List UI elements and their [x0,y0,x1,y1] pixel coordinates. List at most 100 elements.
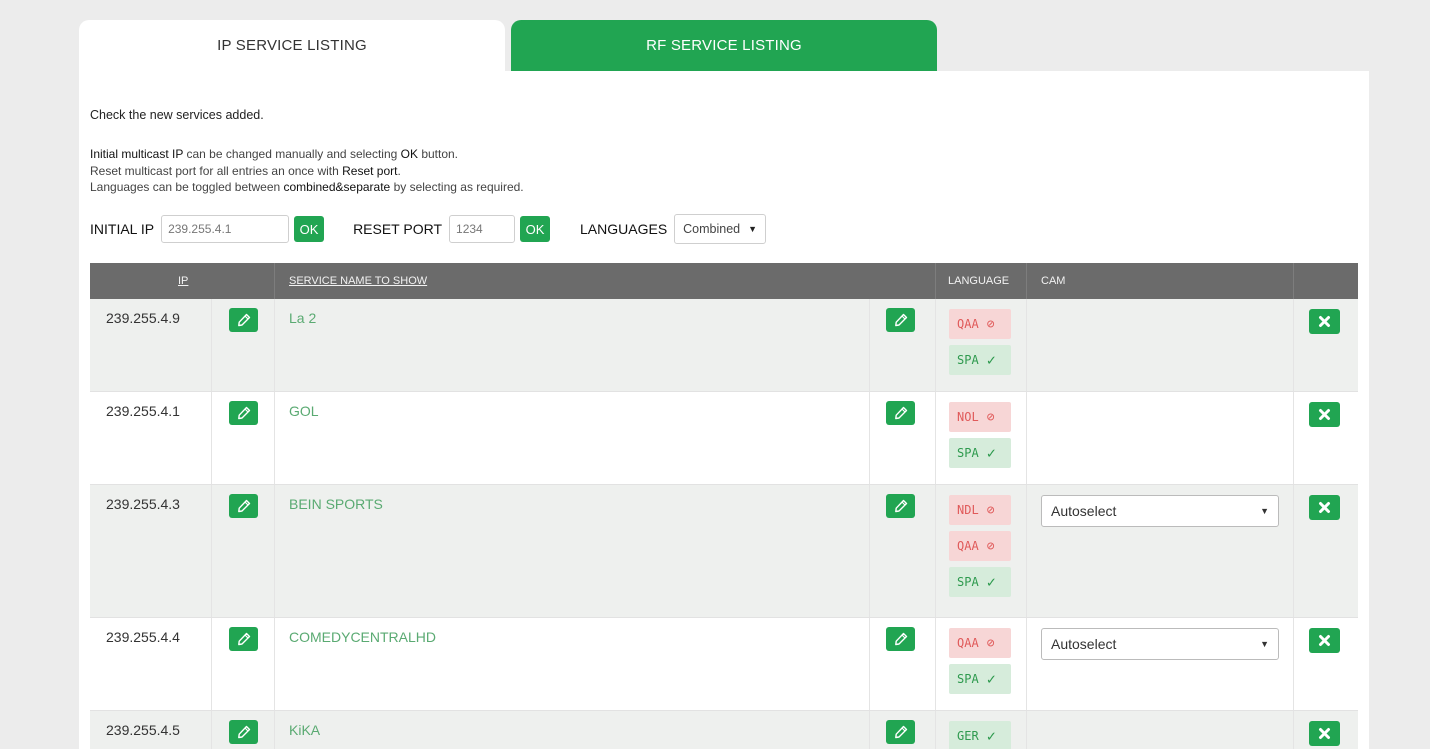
delete-row-button[interactable] [1309,628,1340,653]
language-toggle[interactable]: QAA ⊘ [949,628,1011,658]
checkmark-icon: ✓ [986,444,996,462]
delete-row-button[interactable] [1309,309,1340,334]
cam-select[interactable]: Autoselect ▼ [1041,628,1279,660]
page: IP SERVICE LISTING RF SERVICE LISTING Ch… [0,0,1430,749]
language-toggle[interactable]: QAA ⊘ [949,309,1011,339]
checkmark-icon: ✓ [986,351,996,369]
column-divider [935,711,936,749]
language-toggle[interactable]: SPA ✓ [949,438,1011,468]
ip-cell: 239.255.4.9 [106,310,180,326]
ip-cell: 239.255.4.4 [106,629,180,645]
table-header: IP SERVICE NAME TO SHOW LANGUAGE CAM [90,263,1358,299]
language-toggle[interactable]: GER ✓ [949,721,1011,749]
column-divider [869,485,870,617]
header-divider [935,263,936,299]
tab-bar: IP SERVICE LISTING RF SERVICE LISTING [79,20,937,71]
language-list: NOL ⊘ SPA ✓ [949,402,1011,474]
service-name-cell: La 2 [289,310,317,326]
language-code: GER [957,729,979,743]
tab-ip-service-listing[interactable]: IP SERVICE LISTING [79,20,505,71]
language-list: NDL ⊘ QAA ⊘ SPA ✓ [949,495,1011,603]
checkmark-icon: ✓ [986,670,996,688]
help-text: Initial multicast IP can be changed manu… [90,146,524,196]
pencil-icon [894,632,908,646]
table-row: 239.255.4.4 COMEDYCENTRALHD QAA ⊘ SPA ✓ Autose… [90,618,1358,711]
language-list: QAA ⊘ SPA ✓ [949,309,1011,381]
service-name-cell: BEIN SPORTS [289,496,383,512]
service-name-cell: GOL [289,403,319,419]
column-divider [211,299,212,391]
edit-ip-button[interactable] [229,627,258,651]
cam-select-value: Autoselect [1051,636,1117,652]
delete-row-button[interactable] [1309,721,1340,746]
edit-service-name-button[interactable] [886,401,915,425]
column-divider [869,618,870,710]
table-row: 239.255.4.1 GOL NOL ⊘ SPA ✓ [90,392,1358,485]
delete-row-button[interactable] [1309,495,1340,520]
pencil-icon [237,499,251,513]
language-toggle[interactable]: NOL ⊘ [949,402,1011,432]
service-table: IP SERVICE NAME TO SHOW LANGUAGE CAM 239… [90,263,1358,749]
edit-service-name-button[interactable] [886,720,915,744]
help-strong: Reset port [342,163,398,178]
prohibited-icon: ⊘ [986,502,995,518]
reset-port-ok-button[interactable]: OK [520,216,551,242]
language-code: QAA [957,636,979,650]
edit-ip-button[interactable] [229,720,258,744]
column-divider [1026,392,1027,484]
table-row: 239.255.4.5 KiKA GER ✓ [90,711,1358,749]
help-text-span: Reset multicast port for all entries an … [90,163,343,178]
edit-service-name-button[interactable] [886,494,915,518]
language-toggle[interactable]: NDL ⊘ [949,495,1011,525]
col-header-cam: CAM [1041,275,1066,287]
tab-label: IP SERVICE LISTING [217,37,367,54]
help-line: Initial multicast IP can be changed manu… [90,146,524,163]
pencil-icon [237,725,251,739]
column-divider [211,711,212,749]
language-list: QAA ⊘ SPA ✓ [949,628,1011,700]
help-line: Reset multicast port for all entries an … [90,163,524,180]
initial-ip-ok-button[interactable]: OK [294,216,325,242]
language-code: QAA [957,317,979,331]
help-text-span: by selecting as required. [390,180,524,194]
column-divider [1293,392,1294,484]
help-line: Languages can be toggled between combine… [90,179,524,196]
cam-select[interactable]: Autoselect ▼ [1041,495,1279,527]
table-row: 239.255.4.3 BEIN SPORTS NDL ⊘ QAA ⊘ SPA ✓ Autose… [90,485,1358,618]
delete-row-button[interactable] [1309,402,1340,427]
pencil-icon [894,499,908,513]
header-divider [1026,263,1027,299]
ip-cell: 239.255.4.3 [106,496,180,512]
language-toggle[interactable]: QAA ⊘ [949,531,1011,561]
pencil-icon [894,313,908,327]
column-divider [1293,711,1294,749]
edit-ip-button[interactable] [229,401,258,425]
column-divider [1293,618,1294,710]
service-name-cell: KiKA [289,722,321,738]
close-icon [1318,408,1331,421]
tab-rf-service-listing[interactable]: RF SERVICE LISTING [511,20,937,71]
col-header-ip[interactable]: IP [178,263,188,299]
close-icon [1318,501,1331,514]
language-toggle[interactable]: SPA ✓ [949,664,1011,694]
edit-service-name-button[interactable] [886,627,915,651]
pencil-icon [894,725,908,739]
pencil-icon [237,632,251,646]
initial-ip-input[interactable] [161,215,290,243]
language-toggle[interactable]: SPA ✓ [949,345,1011,375]
column-divider [935,618,936,710]
reset-port-input[interactable] [449,215,516,243]
edit-service-name-button[interactable] [886,308,915,332]
close-icon [1318,634,1331,647]
intro-text: Check the new services added. [90,108,264,122]
edit-ip-button[interactable] [229,308,258,332]
caret-down-icon: ▼ [1260,639,1269,649]
initial-ip-label: INITIAL IP [90,221,155,237]
table-body: 239.255.4.9 La 2 QAA ⊘ SPA ✓ 239.255.4.1 GOL NOL… [90,299,1358,749]
column-divider [1293,299,1294,391]
languages-select[interactable]: Combined ▼ [674,214,767,244]
language-toggle[interactable]: SPA ✓ [949,567,1011,597]
edit-ip-button[interactable] [229,494,258,518]
col-header-service-name[interactable]: SERVICE NAME TO SHOW [289,263,427,299]
column-divider [1026,618,1027,710]
